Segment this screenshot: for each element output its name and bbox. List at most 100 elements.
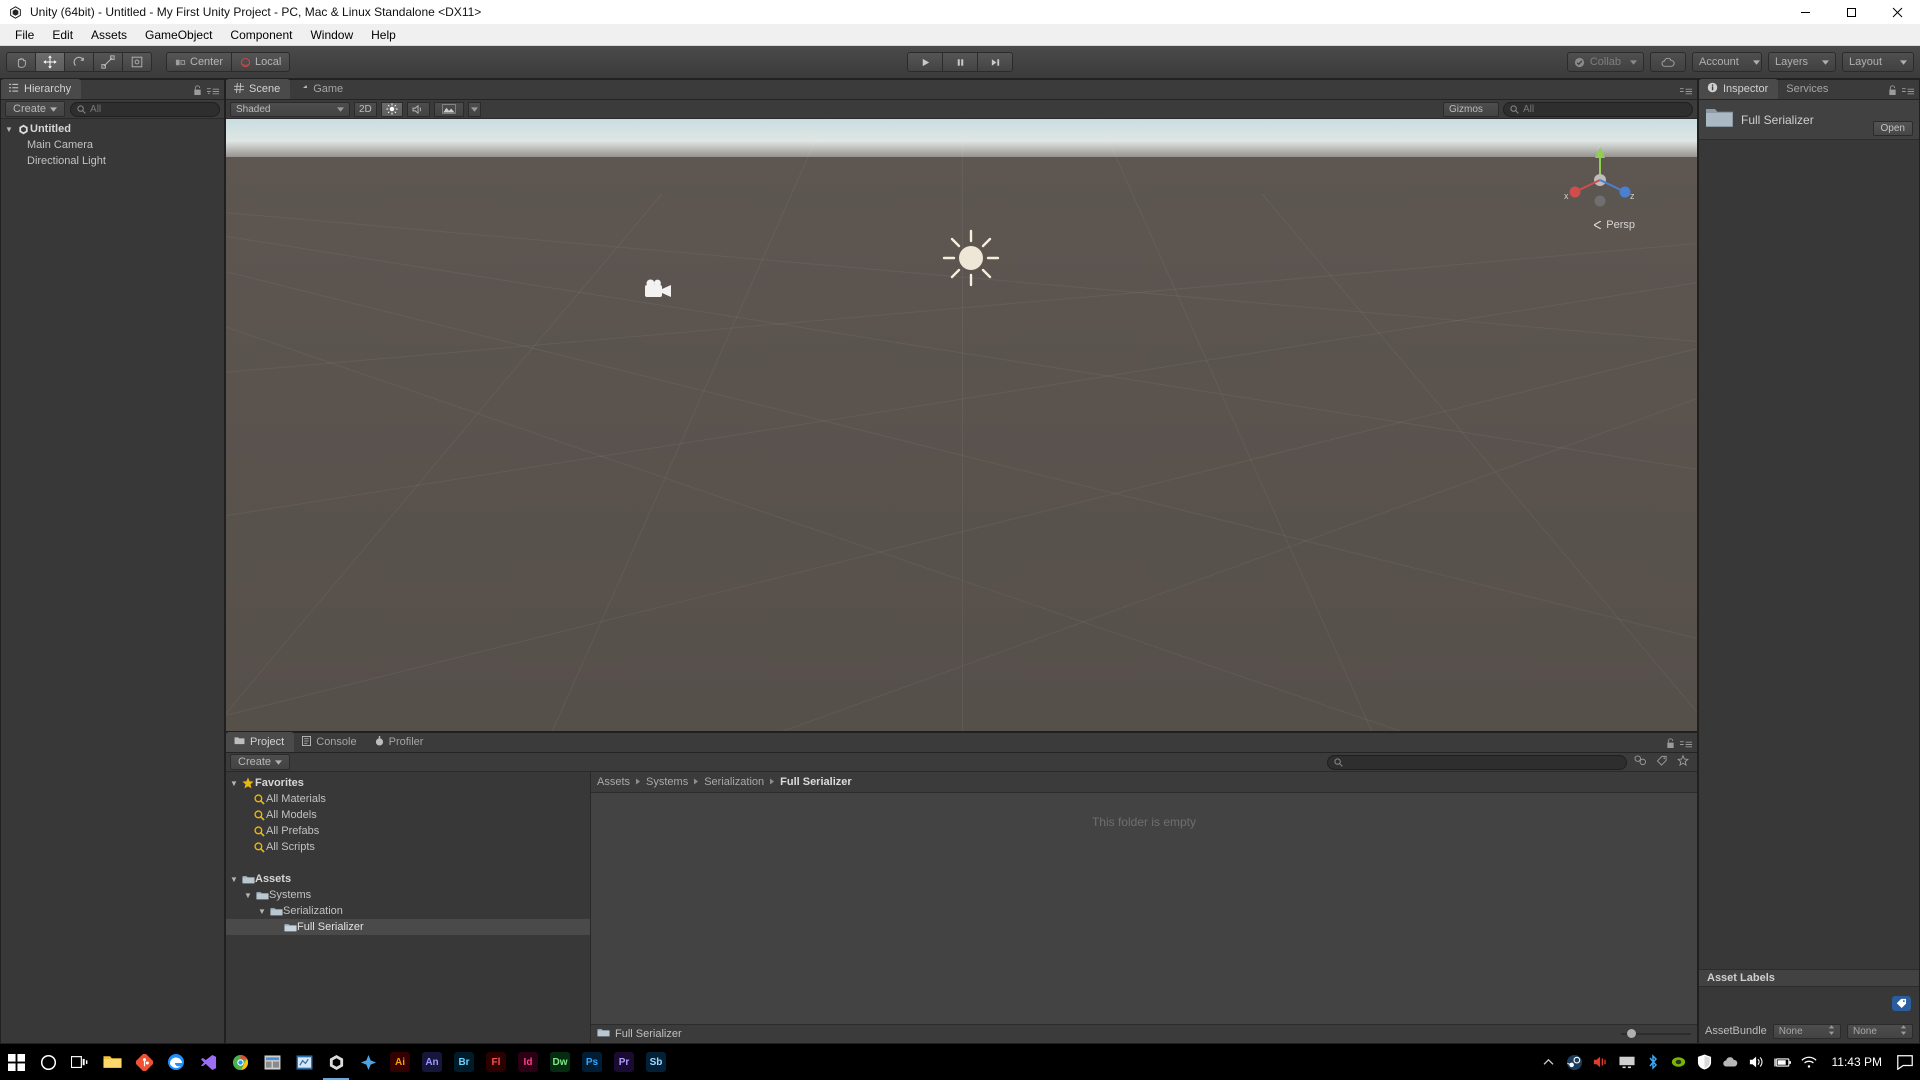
pause-button[interactable] [942, 52, 978, 72]
fold-arrow-icon[interactable]: ▼ [230, 779, 241, 788]
edge-icon[interactable] [160, 1044, 192, 1080]
wifi-icon[interactable] [1796, 1056, 1822, 1069]
breadcrumb-assets[interactable]: Assets [597, 776, 630, 788]
security-shield-icon[interactable] [1692, 1054, 1718, 1070]
menu-help[interactable]: Help [362, 25, 405, 45]
breadcrumb-systems[interactable]: Systems [646, 776, 688, 788]
account-button[interactable]: Account [1692, 52, 1762, 72]
app-icon-6[interactable]: Br [448, 1044, 480, 1080]
onedrive-icon[interactable] [1718, 1056, 1744, 1068]
speaker-icon[interactable] [1744, 1055, 1770, 1069]
favorites-star-icon[interactable] [1675, 753, 1693, 771]
zoom-knob[interactable] [1627, 1029, 1636, 1038]
project-item-full-serializer[interactable]: Full Serializer [226, 919, 590, 935]
lock-icon[interactable] [1888, 83, 1897, 101]
hand-tool[interactable] [6, 52, 36, 72]
hierarchy-search-input[interactable]: All [70, 101, 220, 117]
scene-viewport[interactable]: x z y Persp [226, 119, 1697, 731]
panel-menu-icon[interactable] [1680, 83, 1693, 101]
draw-mode-dropdown[interactable]: Shaded [230, 101, 350, 117]
task-view-icon[interactable] [64, 1044, 96, 1080]
tab-inspector[interactable]: Inspector [1699, 79, 1779, 99]
project-item-all-models[interactable]: All Models [226, 807, 590, 823]
git-icon[interactable] [128, 1044, 160, 1080]
start-button[interactable] [0, 1044, 32, 1080]
scene-projection-toggle[interactable]: Persp [1594, 219, 1635, 231]
menu-edit[interactable]: Edit [43, 25, 82, 45]
scene-lighting-toggle[interactable] [380, 101, 403, 117]
gizmos-dropdown[interactable]: Gizmos [1443, 101, 1499, 117]
scene-effects-dropdown[interactable] [467, 101, 481, 117]
menu-component[interactable]: Component [221, 25, 301, 45]
tab-game[interactable]: Game [290, 79, 353, 99]
panel-menu-icon[interactable] [1902, 83, 1915, 101]
cortana-search-icon[interactable] [32, 1044, 64, 1080]
project-item-all-prefabs[interactable]: All Prefabs [226, 823, 590, 839]
taskbar-clock[interactable]: 11:43 PM [1822, 1055, 1892, 1069]
layout-button[interactable]: Layout [1842, 52, 1914, 72]
project-item-favorites[interactable]: ▼ Favorites [226, 775, 590, 791]
bluetooth-icon[interactable] [1640, 1054, 1666, 1070]
project-item-assets[interactable]: ▼ Assets [226, 871, 590, 887]
scene-2d-toggle[interactable]: 2D [354, 101, 377, 117]
menu-gameobject[interactable]: GameObject [136, 25, 221, 45]
scene-effects-toggle[interactable] [433, 101, 464, 117]
panel-menu-icon[interactable] [207, 83, 220, 101]
action-center-icon[interactable] [1892, 1054, 1918, 1070]
tab-console[interactable]: Console [294, 732, 366, 752]
tab-services[interactable]: Services [1778, 79, 1838, 99]
app-icon-8[interactable]: Id [512, 1044, 544, 1080]
nvidia-icon[interactable] [1666, 1055, 1692, 1069]
label-tag-icon[interactable] [1892, 995, 1911, 1011]
menu-window[interactable]: Window [301, 25, 362, 45]
gizmo-search-input[interactable]: All [1503, 101, 1693, 117]
display-icon[interactable] [1614, 1056, 1640, 1069]
tab-profiler[interactable]: Profiler [367, 732, 434, 752]
lock-icon[interactable] [1666, 736, 1675, 754]
project-item-systems[interactable]: ▼ Systems [226, 887, 590, 903]
steam-icon[interactable] [1562, 1054, 1588, 1071]
app-icon-9[interactable]: Dw [544, 1044, 576, 1080]
assetbundle-variant-dropdown[interactable]: None [1847, 1023, 1913, 1039]
filter-by-type-icon[interactable] [1632, 753, 1649, 771]
hierarchy-item-directional-light[interactable]: Directional Light [1, 153, 224, 169]
collab-button[interactable]: Collab [1566, 52, 1644, 72]
scene-axis-gizmo[interactable]: x z y [1561, 141, 1639, 219]
project-item-all-scripts[interactable]: All Scripts [226, 839, 590, 855]
app-icon-11[interactable]: Pr [608, 1044, 640, 1080]
visual-studio-icon[interactable] [192, 1044, 224, 1080]
scene-audio-toggle[interactable] [406, 101, 430, 117]
tab-hierarchy[interactable]: Hierarchy [1, 79, 82, 99]
show-hidden-icons[interactable] [1536, 1058, 1562, 1067]
maximize-button[interactable] [1828, 0, 1874, 24]
app-icon-5[interactable]: An [416, 1044, 448, 1080]
tab-project[interactable]: Project [226, 732, 295, 752]
chrome-icon[interactable] [224, 1044, 256, 1080]
app-icon-7[interactable]: Fl [480, 1044, 512, 1080]
assetbundle-dropdown[interactable]: None [1772, 1023, 1841, 1039]
app-icon-12[interactable]: Sb [640, 1044, 672, 1080]
rect-tool[interactable] [122, 52, 152, 72]
light-gizmo[interactable] [942, 229, 1000, 292]
volume-alert-icon[interactable] [1588, 1055, 1614, 1069]
play-button[interactable] [907, 52, 943, 72]
app-icon-10[interactable]: Ps [576, 1044, 608, 1080]
project-zoom-slider[interactable] [1621, 1028, 1691, 1040]
rotate-tool[interactable] [64, 52, 94, 72]
fold-arrow-icon[interactable]: ▼ [5, 125, 16, 134]
project-search-input[interactable] [1327, 754, 1627, 770]
hierarchy-item-main-camera[interactable]: Main Camera [1, 137, 224, 153]
unity-taskbar-icon[interactable] [320, 1044, 352, 1080]
step-button[interactable] [977, 52, 1013, 72]
open-button[interactable]: Open [1872, 121, 1913, 136]
layers-button[interactable]: Layers [1768, 52, 1836, 72]
project-create-button[interactable]: Create [230, 754, 291, 770]
fold-arrow-icon[interactable]: ▼ [244, 891, 255, 900]
hierarchy-create-button[interactable]: Create [5, 101, 66, 117]
pivot-rotation-button[interactable]: Local [231, 52, 291, 72]
tab-scene[interactable]: Scene [226, 79, 291, 99]
fold-arrow-icon[interactable]: ▼ [258, 907, 269, 916]
app-icon-3[interactable] [352, 1044, 384, 1080]
pivot-mode-button[interactable]: Center [166, 52, 233, 72]
file-explorer-icon[interactable] [96, 1044, 128, 1080]
